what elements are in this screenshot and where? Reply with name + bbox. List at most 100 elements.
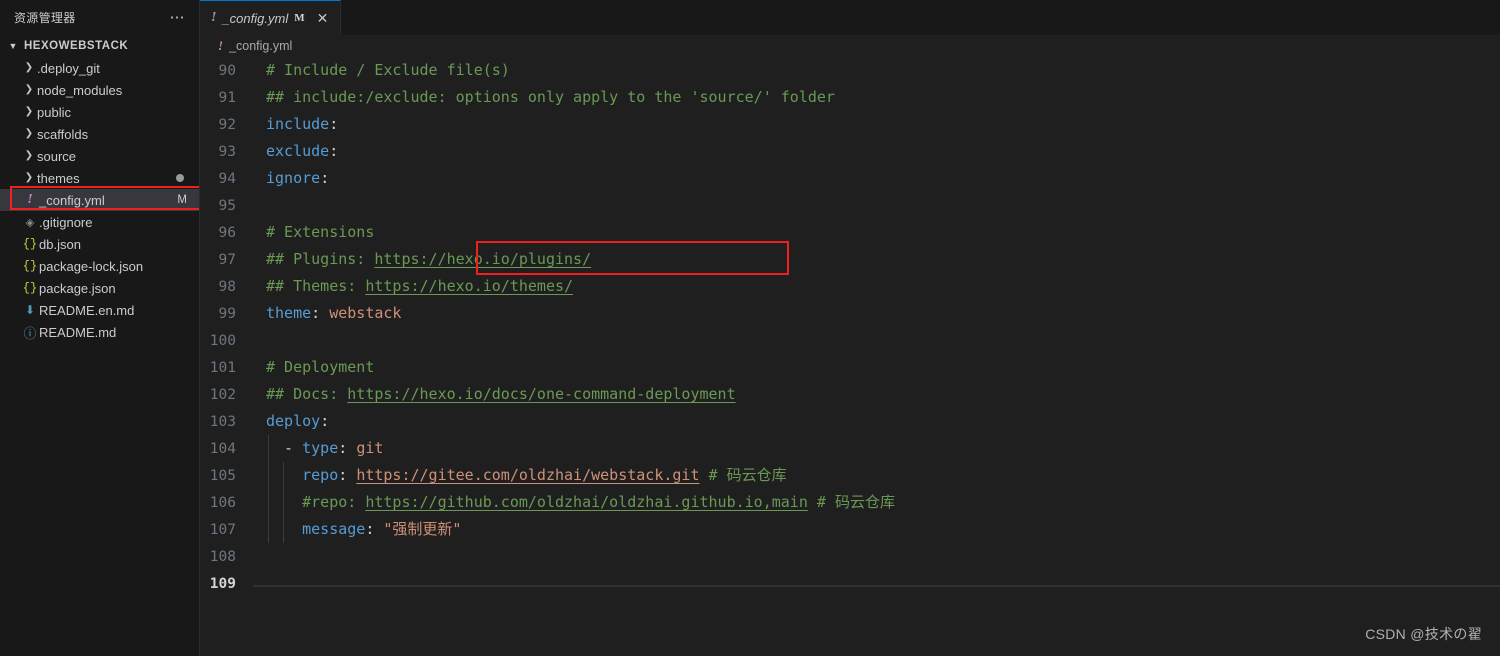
code-line-94[interactable]: 94 ignore: xyxy=(200,165,1500,192)
code-token: theme xyxy=(266,304,312,322)
line-number: 94 xyxy=(218,170,236,187)
line-number: 96 xyxy=(218,224,236,241)
line-number: 108 xyxy=(209,548,236,565)
line-number: 97 xyxy=(218,251,236,268)
code-line-101[interactable]: 101 # Deployment xyxy=(200,354,1500,381)
line-number: 100 xyxy=(209,332,236,349)
explorer-item-label: package.json xyxy=(39,280,116,296)
line-number: 106 xyxy=(209,494,236,511)
line-content: ## Themes: https://hexo.io/themes/ xyxy=(252,273,1500,300)
yml-icon: ! xyxy=(211,10,217,25)
code-line-90[interactable]: 90 # Include / Exclude file(s) xyxy=(200,57,1500,84)
code-line-103[interactable]: 103 deploy: xyxy=(200,408,1500,435)
line-content: # Extensions xyxy=(252,219,1500,246)
line-number: 105 xyxy=(209,467,236,484)
code-token: deploy xyxy=(266,412,321,430)
explorer-item-deploy-git[interactable]: ❯ .deploy_git xyxy=(0,57,199,79)
explorer-item-readme-md[interactable]: ⓘ README.md xyxy=(0,321,199,343)
close-icon[interactable]: ✕ xyxy=(314,10,332,26)
line-number: 92 xyxy=(218,116,236,133)
explorer-item-gitignore[interactable]: ◈ .gitignore xyxy=(0,211,199,233)
code-line-98[interactable]: 98 ## Themes: https://hexo.io/themes/ xyxy=(200,273,1500,300)
line-number: 95 xyxy=(218,197,236,214)
explorer-item-package-json[interactable]: {} package.json xyxy=(0,277,199,299)
code-line-96[interactable]: 96 # Extensions xyxy=(200,219,1500,246)
line-number: 93 xyxy=(218,143,236,160)
line-content: ## Plugins: https://hexo.io/plugins/ xyxy=(252,246,1500,273)
line-content: ## include:/exclude: options only apply … xyxy=(252,84,1500,111)
code-line-97[interactable]: 97 ## Plugins: https://hexo.io/plugins/ xyxy=(200,246,1500,273)
json-icon: {} xyxy=(22,259,38,273)
explorer-item-package-lock-json[interactable]: {} package-lock.json xyxy=(0,255,199,277)
code-link[interactable]: https://hexo.io/themes/ xyxy=(365,277,573,295)
code-line-91[interactable]: 91 ## include:/exclude: options only appl… xyxy=(200,84,1500,111)
code-token: webstack xyxy=(329,304,402,322)
line-number: 98 xyxy=(218,278,236,295)
code-line-107[interactable]: 107 message: "强制更新" xyxy=(200,516,1500,543)
code-line-92[interactable]: 92 include: xyxy=(200,111,1500,138)
code-link[interactable]: https://hexo.io/plugins/ xyxy=(374,250,591,268)
code-line-95[interactable]: 95 xyxy=(200,192,1500,219)
code-line-100[interactable]: 100 xyxy=(200,327,1500,354)
indent-guide xyxy=(268,516,269,543)
code-link[interactable]: https://gitee.com/oldzhai/webstack.git xyxy=(356,466,699,484)
code-token: : xyxy=(338,439,357,457)
code-line-104[interactable]: 104 - type: git xyxy=(200,435,1500,462)
line-content: exclude: xyxy=(252,138,1500,165)
explorer-item-scaffolds[interactable]: ❯ scaffolds xyxy=(0,123,199,145)
chevron-right-icon: ❯ xyxy=(24,150,34,161)
line-content: - type: git xyxy=(252,435,1500,462)
breadcrumb: ! _config.yml xyxy=(200,35,1500,57)
code-line-102[interactable]: 102 ## Docs: https://hexo.io/docs/one-com… xyxy=(200,381,1500,408)
code-line-99[interactable]: 99 theme: webstack xyxy=(200,300,1500,327)
explorer-item-label: README.en.md xyxy=(39,302,135,318)
explorer-item-config-yml[interactable]: ! _config.yml M xyxy=(0,189,199,211)
explorer-title: 资源管理器 xyxy=(14,11,76,25)
explorer-item-label: _config.yml xyxy=(39,192,105,208)
code-line-106[interactable]: 106 #repo: https://github.com/oldzhai/ol… xyxy=(200,489,1500,516)
watermark-text: CSDN @技术の翟 xyxy=(1365,626,1482,642)
workspace-root-row[interactable]: ▼ HEXOWEBSTACK xyxy=(0,35,199,57)
yml-icon: ! xyxy=(218,38,224,53)
code-token: ## include:/exclude: options only apply … xyxy=(266,88,835,106)
code-line-109[interactable]: 109 xyxy=(200,570,1500,597)
code-token: ## Plugins: xyxy=(266,250,375,268)
code-token: "强制更新" xyxy=(383,520,462,538)
code-token: include xyxy=(266,115,330,133)
explorer-more-actions-icon[interactable]: ⋯ xyxy=(167,10,190,25)
explorer-item-label: themes xyxy=(37,170,80,186)
indent-guide xyxy=(283,462,284,489)
tab-config-yml[interactable]: ! _config.yml M ✕ xyxy=(200,0,342,35)
explorer-item-public[interactable]: ❯ public xyxy=(0,101,199,123)
explorer-item-label: db.json xyxy=(39,236,81,252)
line-content: # Deployment xyxy=(252,354,1500,381)
explorer-item-db-json[interactable]: {} db.json xyxy=(0,233,199,255)
explorer-item-label: package-lock.json xyxy=(39,258,144,274)
explorer-item-readme-en-md[interactable]: ⬇ README.en.md xyxy=(0,299,199,321)
code-token: #repo: xyxy=(302,493,366,511)
line-number: 90 xyxy=(218,62,236,79)
editor-tabbar: ! _config.yml M ✕ xyxy=(200,0,1500,35)
explorer-item-themes[interactable]: ❯ themes xyxy=(0,167,199,189)
code-link[interactable]: https://hexo.io/docs/one-command-deploym… xyxy=(347,385,735,403)
explorer-item-label: scaffolds xyxy=(37,126,89,142)
code-token: exclude xyxy=(266,142,330,160)
code-line-93[interactable]: 93 exclude: xyxy=(200,138,1500,165)
code-token: git xyxy=(356,439,384,457)
code-line-105[interactable]: 105 repo: https://gitee.com/oldzhai/webs… xyxy=(200,462,1500,489)
line-number: 103 xyxy=(209,413,236,430)
code-editor-content[interactable]: 90 # Include / Exclude file(s) 91 ## includ… xyxy=(200,57,1500,656)
line-number: 104 xyxy=(209,440,236,457)
line-content: theme: webstack xyxy=(252,300,1500,327)
markdown-download-icon: ⬇ xyxy=(24,303,36,317)
breadcrumb-label[interactable]: _config.yml xyxy=(229,39,292,53)
code-token: # Extensions xyxy=(266,223,375,241)
explorer-item-source[interactable]: ❯ source xyxy=(0,145,199,167)
line-content: # Include / Exclude file(s) xyxy=(252,57,1500,84)
code-link[interactable]: https://github.com/oldzhai/oldzhai.githu… xyxy=(365,493,808,511)
explorer-item-node-modules[interactable]: ❯ node_modules xyxy=(0,79,199,101)
code-line-108[interactable]: 108 xyxy=(200,543,1500,570)
code-token: message xyxy=(302,520,366,538)
